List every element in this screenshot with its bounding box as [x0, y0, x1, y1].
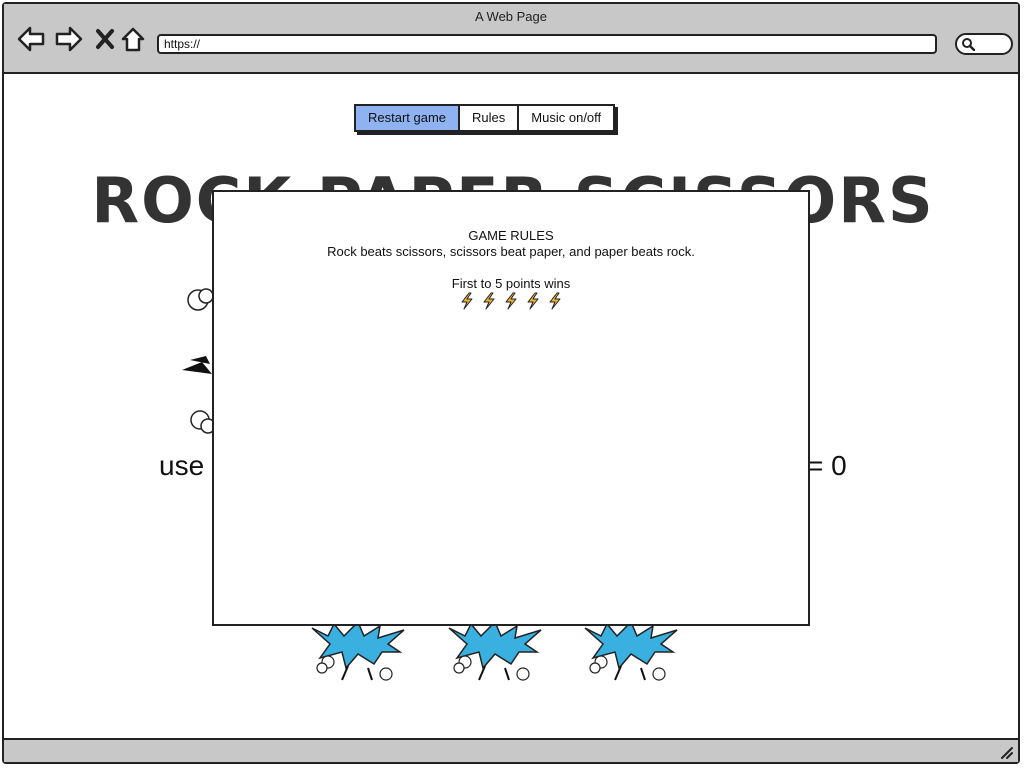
computer-score-value: = 0 — [807, 450, 847, 481]
home-icon[interactable] — [118, 24, 148, 54]
title-bar: A Web Page https:// — [4, 4, 1018, 74]
paper-choice-button[interactable] — [445, 622, 545, 682]
music-toggle-button[interactable]: Music on/off — [519, 106, 614, 130]
resize-grip-icon[interactable] — [998, 744, 1014, 760]
lightning-bolt-icon — [505, 292, 517, 310]
lightning-bolt-icon — [527, 292, 539, 310]
user-score-label: use — [159, 450, 205, 481]
browser-window: A Web Page https:// Restart game Rules M… — [2, 2, 1020, 764]
game-menu: Restart game Rules Music on/off — [354, 104, 616, 132]
search-icon — [961, 37, 976, 56]
back-arrow-icon[interactable] — [16, 24, 46, 54]
lightning-bolt-icon — [461, 292, 473, 310]
forward-arrow-icon[interactable] — [54, 24, 84, 54]
modal-title: GAME RULES — [468, 228, 554, 243]
lightning-bolt-icon — [549, 292, 561, 310]
rules-text: Rock beats scissors, scissors beat paper… — [327, 244, 695, 259]
win-condition-text: First to 5 points wins — [451, 276, 571, 291]
rock-choice-button[interactable] — [308, 622, 408, 682]
status-bar — [4, 738, 1018, 762]
stop-icon[interactable] — [90, 24, 120, 54]
search-field[interactable] — [955, 33, 1013, 55]
rules-modal: GAME RULES Rock beats scissors, scissors… — [212, 190, 810, 626]
lightning-bolt-icon — [483, 292, 495, 310]
window-title: A Web Page — [474, 9, 548, 24]
scissors-choice-button[interactable] — [581, 622, 681, 682]
points-indicator — [214, 292, 808, 310]
restart-game-button[interactable]: Restart game — [356, 106, 461, 130]
address-bar[interactable]: https:// — [157, 34, 937, 54]
rules-button[interactable]: Rules — [460, 106, 520, 130]
